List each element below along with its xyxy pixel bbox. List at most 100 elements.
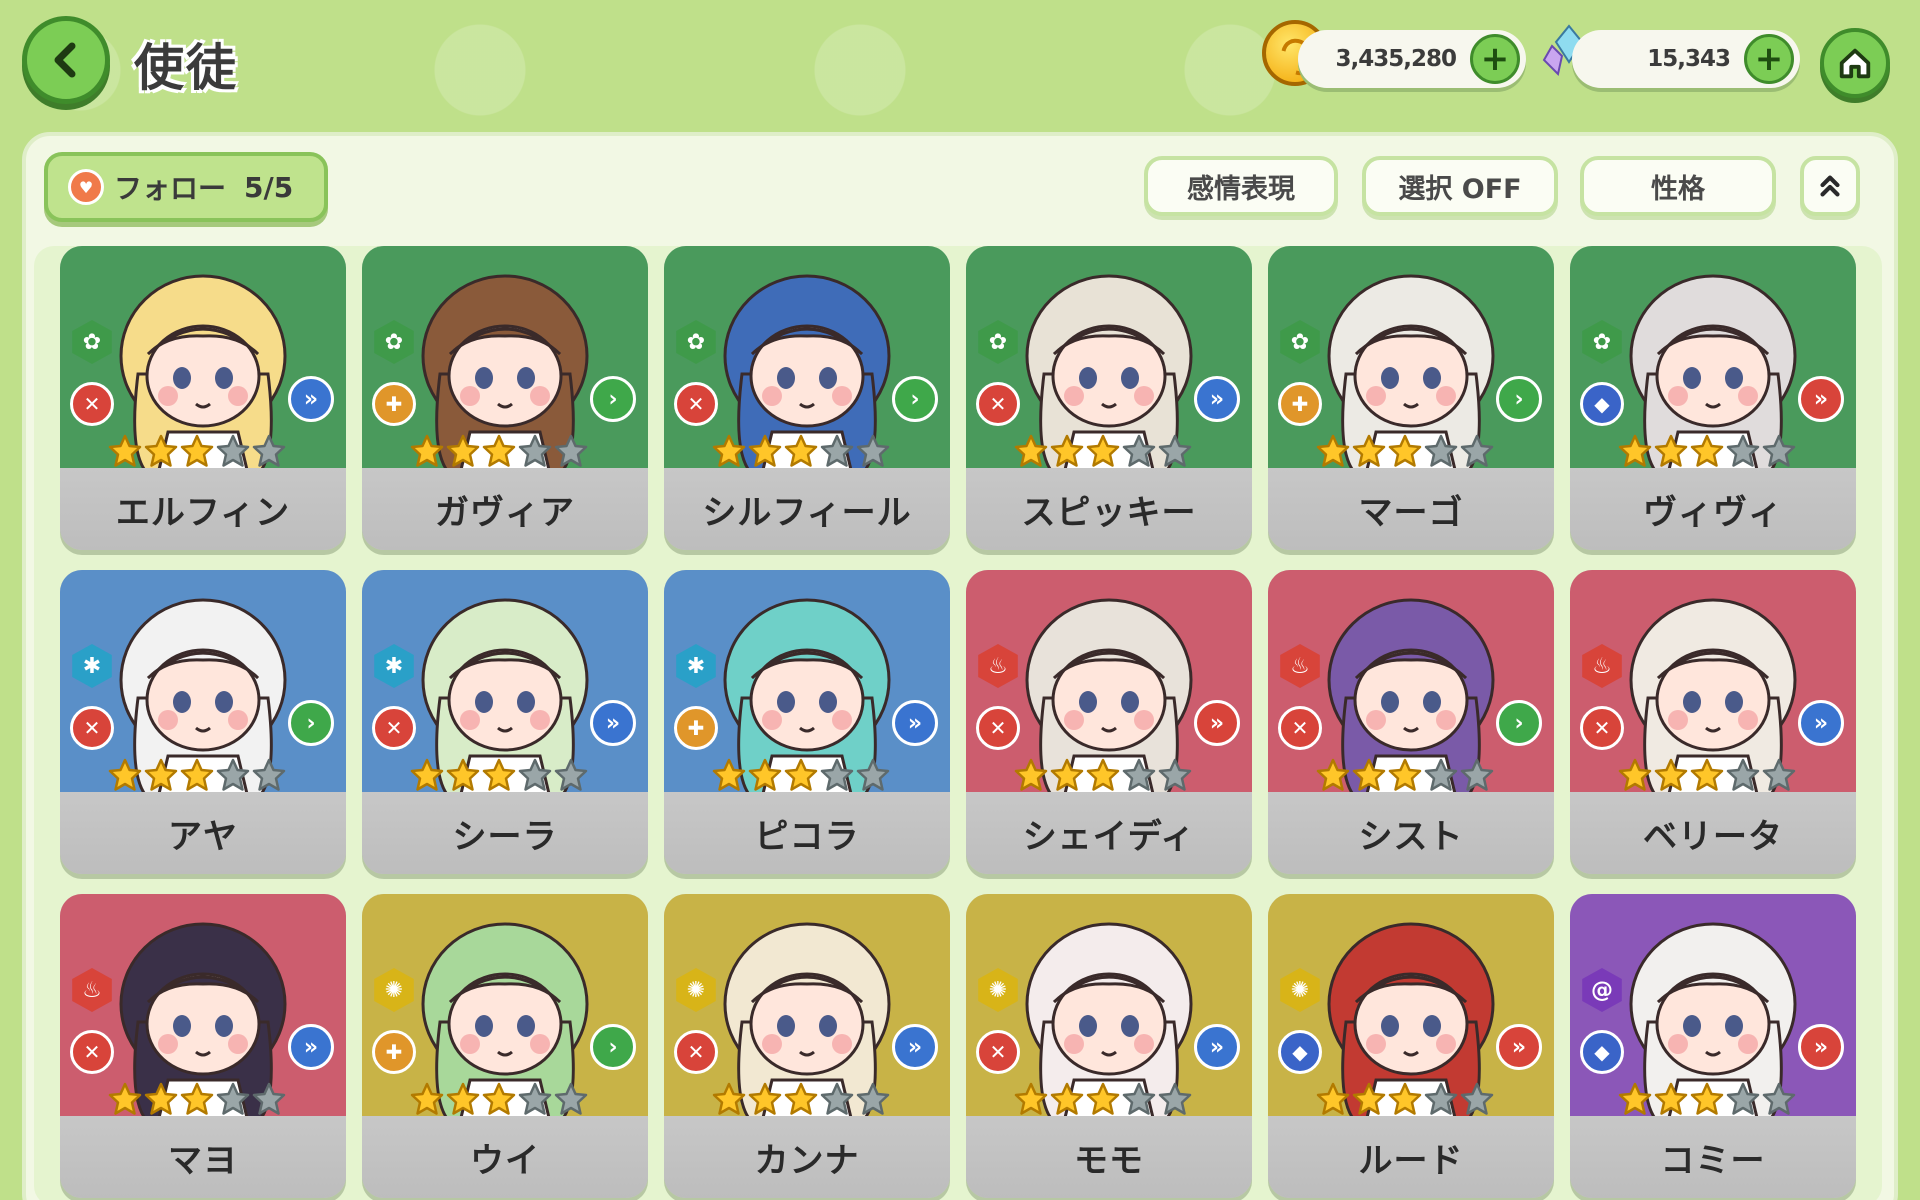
chevron-right-icon: › — [892, 376, 938, 422]
follow-label: フォロー — [114, 172, 227, 205]
add-gold-button[interactable]: + — [1470, 34, 1520, 84]
home-button[interactable] — [1820, 28, 1890, 98]
heal-role-icon: ✚ — [372, 1030, 416, 1074]
attack-role-icon: ✕ — [976, 1030, 1020, 1074]
follow-filter-button[interactable]: ♥ フォロー 5/5 — [44, 152, 328, 222]
gold-star-icon — [180, 758, 214, 791]
gray-star-icon — [1460, 758, 1494, 791]
character-card[interactable]: ✿ ✕ › シルフィール — [664, 246, 950, 550]
character-portrait: ✿ ✚ › — [1268, 246, 1554, 474]
chevron-right-icon: › — [590, 376, 636, 422]
personality-button[interactable]: 性格 — [1580, 156, 1776, 216]
gray-star-icon — [1460, 434, 1494, 467]
chevron-right-icon: › — [288, 700, 334, 746]
gold-star-icon — [1086, 758, 1120, 791]
character-card[interactable]: ♨ ✕» シェイディ — [966, 570, 1252, 874]
star-rating — [1316, 434, 1494, 468]
star-rating — [108, 1082, 286, 1116]
gray-star-icon — [1726, 434, 1760, 467]
gold-star-icon — [1654, 1082, 1688, 1115]
character-card[interactable]: ✺ ◆» ルード — [1268, 894, 1554, 1198]
gray-star-icon — [518, 1082, 552, 1115]
character-card[interactable]: ✱ ✕ › アヤ — [60, 570, 346, 874]
character-card[interactable]: ✱ ✕» シーラ — [362, 570, 648, 874]
gold-star-icon — [1014, 434, 1048, 467]
crystal-counter: 15,343 + — [1572, 30, 1800, 88]
gold-star-icon — [712, 434, 746, 467]
gray-star-icon — [518, 758, 552, 791]
chevron-right-icon: » — [590, 700, 636, 746]
attack-role-icon: ✕ — [674, 382, 718, 426]
character-card[interactable]: ✺ ✕» カンナ — [664, 894, 950, 1198]
gold-star-icon — [1654, 758, 1688, 791]
select-toggle-button[interactable]: 選択 OFF — [1362, 156, 1558, 216]
gold-star-icon — [482, 434, 516, 467]
gray-star-icon — [216, 758, 250, 791]
gold-star-icon — [180, 434, 214, 467]
gray-star-icon — [1158, 434, 1192, 467]
gold-star-icon — [1654, 434, 1688, 467]
gray-star-icon — [856, 1082, 890, 1115]
gray-star-icon — [820, 434, 854, 467]
back-button[interactable] — [22, 16, 110, 104]
star-rating — [410, 434, 588, 468]
attack-role-icon: ✕ — [976, 382, 1020, 426]
chevron-right-icon: › — [1496, 700, 1542, 746]
character-name: シスト — [1268, 792, 1554, 874]
character-card[interactable]: ♨ ✕» ベリータ — [1570, 570, 1856, 874]
emotion-button[interactable]: 感情表現 — [1144, 156, 1338, 216]
character-name: マヨ — [60, 1116, 346, 1198]
attack-role-icon: ✕ — [70, 1030, 114, 1074]
gold-star-icon — [144, 434, 178, 467]
heal-role-icon: ✚ — [674, 706, 718, 750]
character-card[interactable]: ✱ ✚» ピコラ — [664, 570, 950, 874]
gold-star-icon — [748, 434, 782, 467]
character-card[interactable]: ✿ ✕» スピッキー — [966, 246, 1252, 550]
gold-star-icon — [1388, 758, 1422, 791]
collapse-button[interactable] — [1800, 156, 1860, 216]
heal-role-icon: ✚ — [372, 382, 416, 426]
character-name: コミー — [1570, 1116, 1856, 1198]
attack-role-icon: ✕ — [674, 1030, 718, 1074]
gray-star-icon — [1122, 1082, 1156, 1115]
character-card[interactable]: ✿ ✕» エルフィン — [60, 246, 346, 550]
character-name: カンナ — [664, 1116, 950, 1198]
gray-star-icon — [1122, 434, 1156, 467]
gold-star-icon — [180, 1082, 214, 1115]
gold-star-icon — [1618, 1082, 1652, 1115]
character-portrait: ✺ ✚ › — [362, 894, 648, 1122]
character-portrait: ✱ ✚» — [664, 570, 950, 798]
character-card[interactable]: ♨ ✕» マヨ — [60, 894, 346, 1198]
gray-star-icon — [856, 434, 890, 467]
character-portrait: ✱ ✕ › — [60, 570, 346, 798]
star-rating — [1316, 758, 1494, 792]
attack-role-icon: ✕ — [70, 706, 114, 750]
character-card[interactable]: ✿ ✚ › ガヴィア — [362, 246, 648, 550]
gray-star-icon — [1726, 1082, 1760, 1115]
star-rating — [712, 1082, 890, 1116]
gold-star-icon — [748, 1082, 782, 1115]
attack-role-icon: ✕ — [976, 706, 1020, 750]
character-card[interactable]: @ ◆» コミー — [1570, 894, 1856, 1198]
character-portrait: ♨ ✕ › — [1268, 570, 1554, 798]
add-crystal-button[interactable]: + — [1744, 34, 1794, 84]
character-card[interactable]: ✺ ✕» モモ — [966, 894, 1252, 1198]
star-rating — [108, 758, 286, 792]
chevron-right-icon: » — [1798, 376, 1844, 422]
gold-star-icon — [446, 1082, 480, 1115]
follow-count: 5/5 — [244, 170, 294, 204]
character-card[interactable]: ✺ ✚ › ウイ — [362, 894, 648, 1198]
character-card[interactable]: ✿ ✚ › マーゴ — [1268, 246, 1554, 550]
character-name: ヴィヴィ — [1570, 468, 1856, 550]
page-title: 使徒 — [134, 39, 238, 97]
attack-role-icon: ✕ — [1580, 706, 1624, 750]
character-name: ベリータ — [1570, 792, 1856, 874]
gold-star-icon — [144, 758, 178, 791]
home-icon — [1839, 48, 1871, 79]
gold-star-icon — [1316, 434, 1350, 467]
character-card[interactable]: ♨ ✕ › シスト — [1268, 570, 1554, 874]
gold-star-icon — [1388, 1082, 1422, 1115]
character-name: エルフィン — [60, 468, 346, 550]
gray-star-icon — [856, 758, 890, 791]
character-card[interactable]: ✿ ◆» ヴィヴィ — [1570, 246, 1856, 550]
